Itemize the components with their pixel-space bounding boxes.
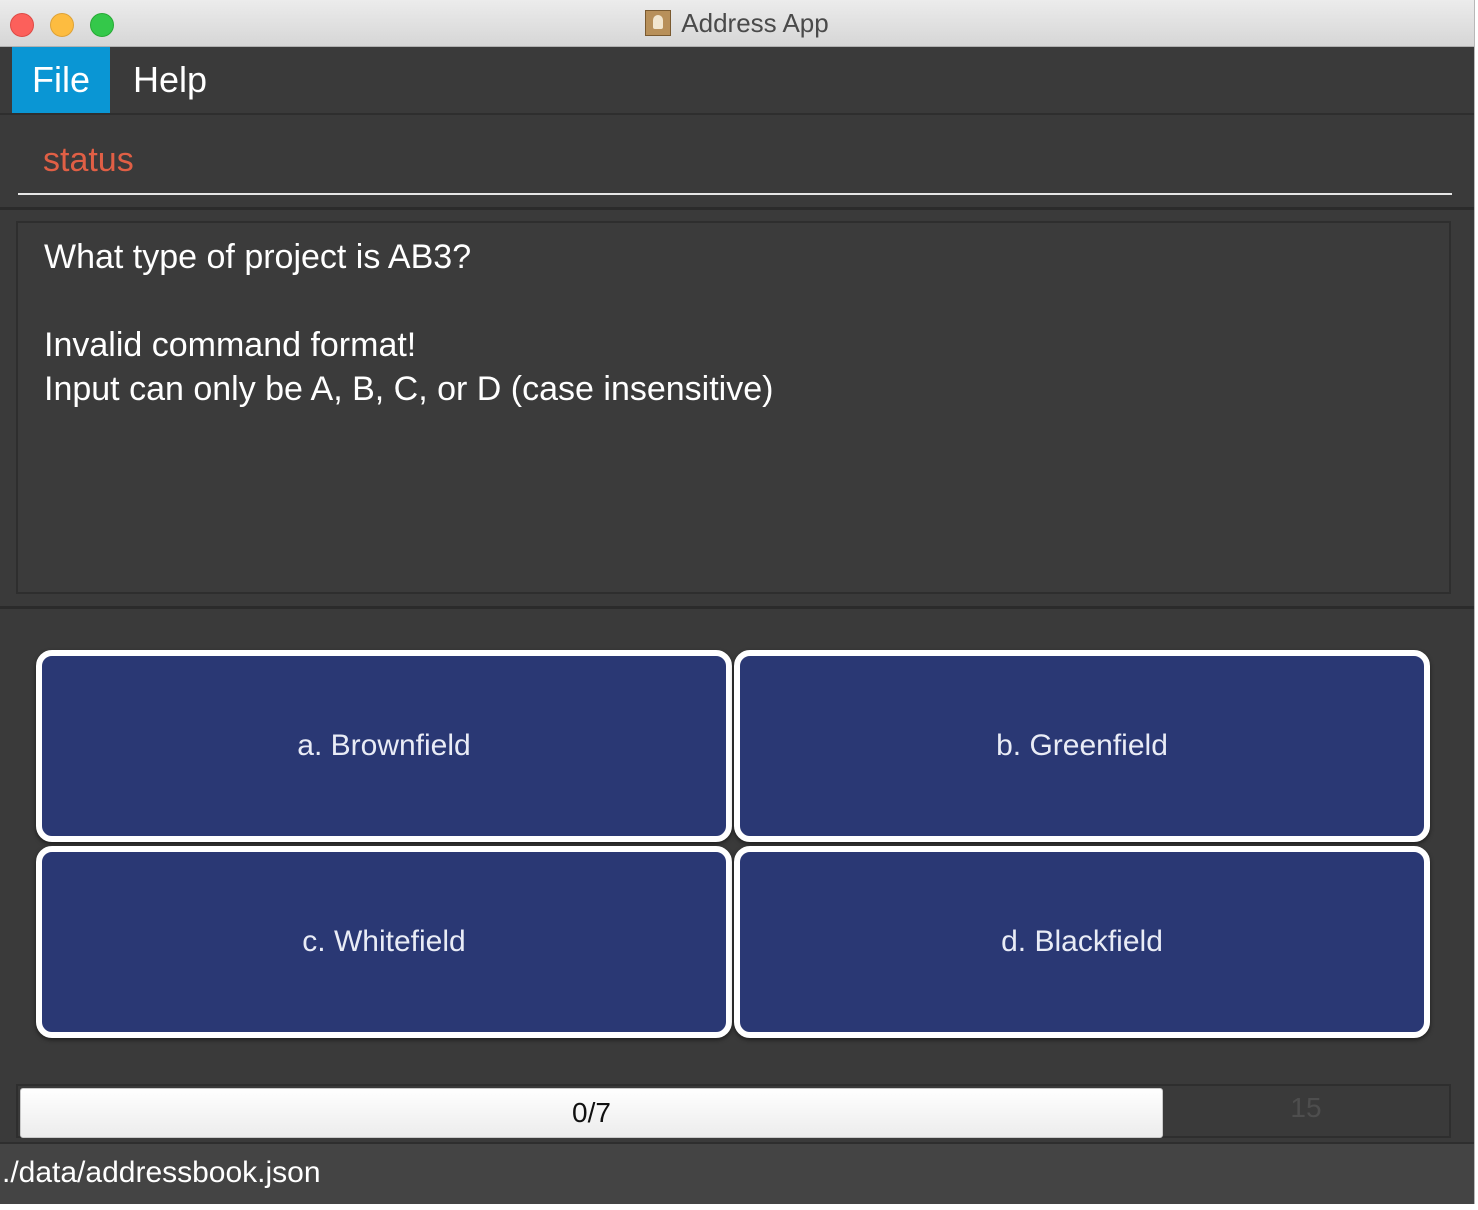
progress-count: 0/7 <box>572 1097 611 1128</box>
timer-label: 15 <box>1290 1092 1322 1123</box>
result-line-hint: Input can only be A, B, C, or D (case in… <box>44 370 774 408</box>
menu-bar: File Help <box>0 47 1474 115</box>
save-location-path: ./data/addressbook.json <box>2 1156 321 1189</box>
menu-help[interactable]: Help <box>113 47 227 113</box>
answer-button-b[interactable]: b. Greenfield <box>734 650 1430 842</box>
result-line-error: Invalid command format! <box>44 326 417 364</box>
app-window: Address App File Help status What type o… <box>0 0 1475 1204</box>
section-divider <box>0 606 1474 609</box>
result-line-question: What type of project is AB3? <box>44 238 472 276</box>
status-bar-footer: ./data/addressbook.json <box>0 1142 1474 1204</box>
address-book-icon <box>645 10 672 36</box>
command-box[interactable]: status <box>0 115 1474 210</box>
answer-button-d[interactable]: d. Blackfield <box>734 846 1430 1038</box>
result-display: What type of project is AB3? Invalid com… <box>16 221 1451 594</box>
title-bar[interactable]: Address App <box>0 0 1474 47</box>
answer-button-c[interactable]: c. Whitefield <box>36 846 732 1038</box>
menu-file[interactable]: File <box>12 47 110 113</box>
answer-button-a[interactable]: a. Brownfield <box>36 650 732 842</box>
command-input-underline <box>18 193 1452 195</box>
window-title-container: Address App <box>0 8 1474 39</box>
window-title: Address App <box>681 8 829 38</box>
command-input[interactable]: status <box>43 141 134 180</box>
